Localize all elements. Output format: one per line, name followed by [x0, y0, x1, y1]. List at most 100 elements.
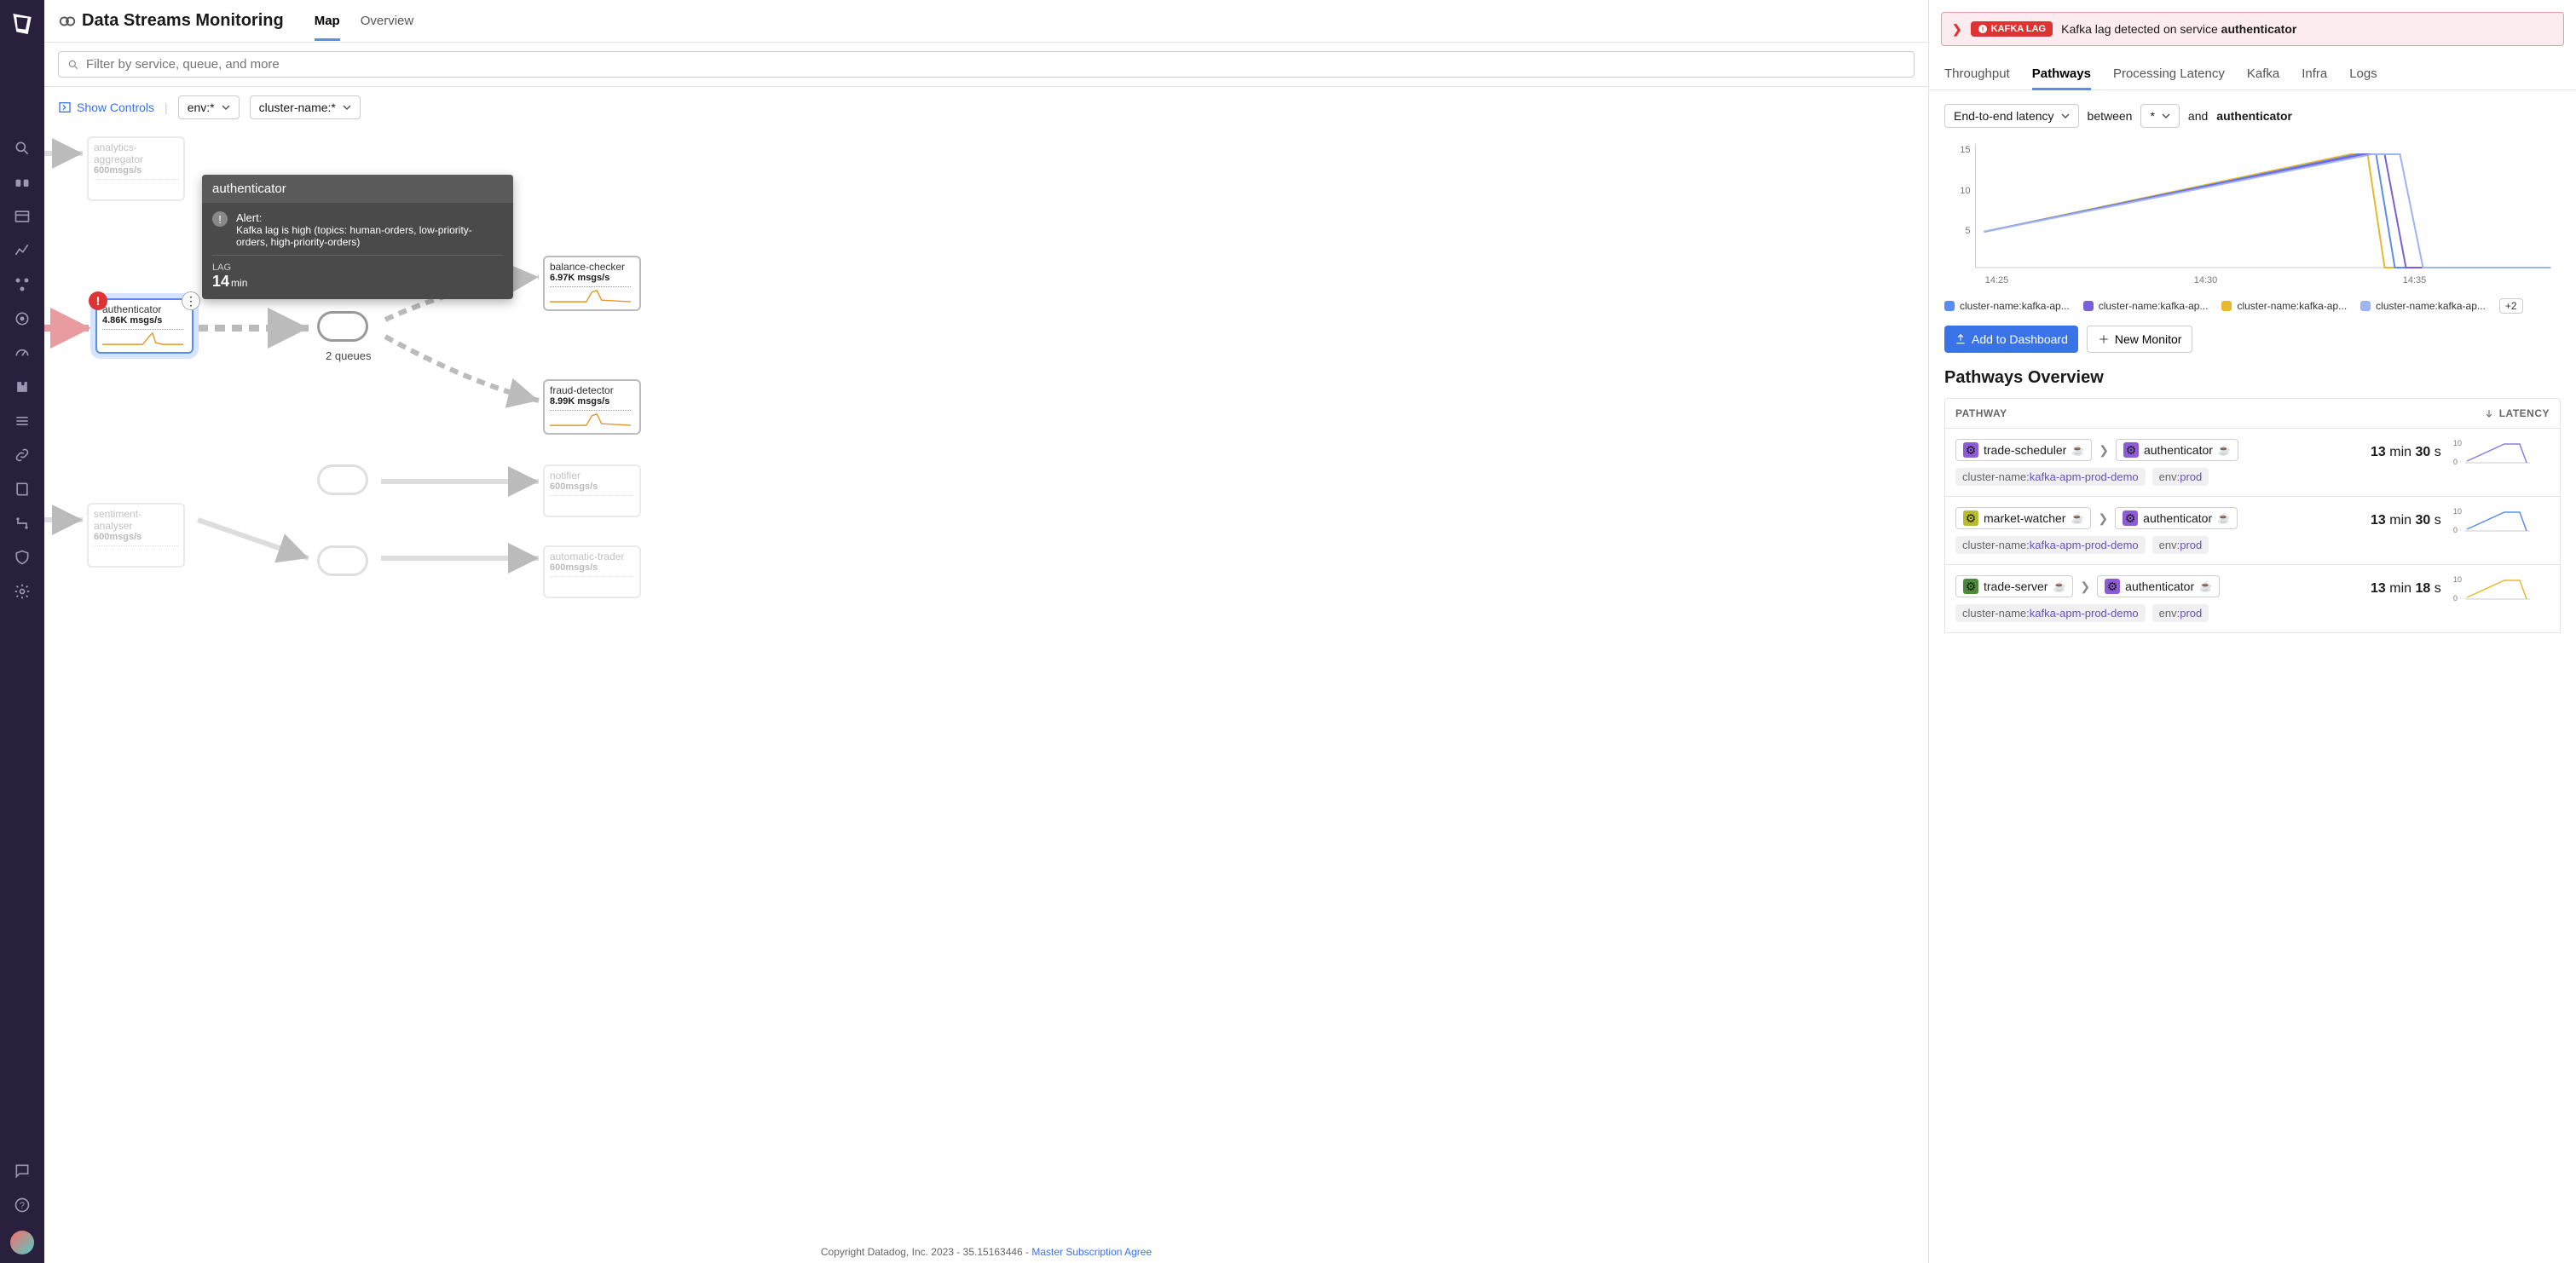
queue-icon[interactable]	[317, 545, 368, 576]
arrow-down-icon	[2484, 408, 2494, 418]
panel-tabs: Throughput Pathways Processing Latency K…	[1929, 58, 2576, 90]
env-tag[interactable]: env:prod	[2152, 468, 2209, 486]
svg-text:10: 10	[2453, 439, 2462, 447]
service-chip[interactable]: ⚙ authenticator ☕	[2097, 575, 2220, 597]
queue-label: 2 queues	[326, 349, 372, 362]
search-icon[interactable]	[14, 140, 31, 157]
node-menu-icon[interactable]: ⋮	[182, 291, 200, 310]
binoculars-icon[interactable]	[14, 174, 31, 191]
node-analytics-aggregator[interactable]: analytics-aggregator 600msgs/s	[87, 136, 185, 201]
book-icon[interactable]	[14, 481, 31, 498]
node-balance-checker[interactable]: balance-checker 6.97K msgs/s	[543, 256, 641, 311]
gear-icon[interactable]	[14, 583, 31, 600]
service-chip[interactable]: ⚙ authenticator ☕	[2115, 507, 2238, 529]
expand-alert-icon[interactable]: ❯	[1952, 22, 1962, 37]
side-panel: ❯ ! KAFKA LAG Kafka lag detected on serv…	[1928, 0, 2576, 1263]
queue-icon[interactable]	[317, 311, 368, 342]
chevron-right-icon: ❯	[2098, 511, 2108, 526]
node-automatic-trader[interactable]: automatic-trader 600msgs/s	[543, 545, 641, 598]
infra-icon[interactable]	[14, 276, 31, 293]
chevron-down-icon	[2061, 112, 2070, 120]
footer-link[interactable]: Master Subscription Agree	[1031, 1246, 1152, 1258]
chart-legend: cluster-name:kafka-ap... cluster-name:ka…	[1944, 298, 2561, 314]
svg-text:14:35: 14:35	[2403, 275, 2427, 285]
svg-text:10: 10	[2453, 507, 2462, 516]
service-icon: ⚙	[1963, 442, 1978, 458]
flow-icon[interactable]	[14, 515, 31, 532]
add-dashboard-button[interactable]: Add to Dashboard	[1944, 326, 2078, 353]
show-controls-toggle[interactable]: Show Controls	[58, 101, 154, 114]
latency-sort[interactable]: LATENCY	[2484, 407, 2550, 419]
filter-field[interactable]	[86, 57, 1905, 72]
service-icon: ⚙	[2105, 579, 2120, 594]
service-chip[interactable]: ⚙ authenticator ☕	[2116, 439, 2238, 461]
left-nav: ?	[0, 0, 44, 1263]
svg-text:14:25: 14:25	[1985, 275, 2009, 285]
new-monitor-button[interactable]: New Monitor	[2087, 326, 2193, 353]
pathway-row[interactable]: ⚙ market-watcher ☕ ❯ ⚙ authenticator ☕ c…	[1944, 497, 2561, 565]
tab-kafka[interactable]: Kafka	[2247, 58, 2279, 89]
env-tag[interactable]: env:prod	[2152, 604, 2209, 622]
datadog-logo	[9, 10, 36, 37]
service-chip[interactable]: ⚙ market-watcher ☕	[1955, 507, 2091, 529]
tab-throughput[interactable]: Throughput	[1944, 58, 2010, 89]
page-title: Data Streams Monitoring	[82, 11, 284, 31]
java-icon: ☕	[2199, 580, 2212, 592]
puzzle-icon[interactable]	[14, 378, 31, 395]
pathway-row[interactable]: ⚙ trade-scheduler ☕ ❯ ⚙ authenticator ☕ …	[1944, 429, 2561, 497]
svg-text:0: 0	[2453, 526, 2458, 534]
shield-icon[interactable]	[14, 549, 31, 566]
latency-value: 13 min 30 s	[2371, 513, 2441, 528]
link-icon[interactable]	[14, 447, 31, 464]
service-chip[interactable]: ⚙ trade-server ☕	[1955, 575, 2073, 597]
queue-icon[interactable]	[317, 464, 368, 495]
node-fraud-detector[interactable]: fraud-detector 8.99K msgs/s	[543, 379, 641, 435]
chat-icon[interactable]	[14, 1162, 31, 1179]
cluster-tag[interactable]: cluster-name:kafka-apm-prod-demo	[1955, 604, 2146, 622]
filter-input[interactable]	[58, 51, 1915, 78]
chevron-down-icon	[343, 103, 351, 112]
env-filter[interactable]: env:*	[178, 95, 240, 119]
legend-overflow[interactable]: +2	[2499, 298, 2523, 314]
plus-icon	[2098, 333, 2110, 345]
map-canvas[interactable]: analytics-aggregator 600msgs/s ! ⋮ authe…	[44, 128, 1928, 1263]
service-chip[interactable]: ⚙ trade-scheduler ☕	[1955, 439, 2092, 461]
svg-text:15: 15	[1960, 145, 1970, 155]
gauge-icon[interactable]	[14, 344, 31, 361]
tab-logs[interactable]: Logs	[2349, 58, 2377, 89]
tab-overview[interactable]: Overview	[361, 2, 414, 40]
apm-icon[interactable]	[14, 310, 31, 327]
service-icon: ⚙	[1963, 579, 1978, 594]
latency-source-select[interactable]: *	[2140, 104, 2179, 128]
help-icon[interactable]: ?	[14, 1197, 31, 1214]
latency-metric-select[interactable]: End-to-end latency	[1944, 104, 2079, 128]
metrics-icon[interactable]	[14, 242, 31, 259]
java-icon: ☕	[2053, 580, 2065, 592]
alert-icon: !	[1978, 24, 1988, 34]
mini-chart: 10 0	[2453, 439, 2530, 466]
footer: Copyright Datadog, Inc. 2023 - 35.151634…	[44, 1241, 1928, 1263]
alert-badge-icon: !	[89, 291, 107, 310]
pathways-overview-title: Pathways Overview	[1944, 368, 2561, 388]
tab-processing-latency[interactable]: Processing Latency	[2113, 58, 2225, 89]
pathway-row[interactable]: ⚙ trade-server ☕ ❯ ⚙ authenticator ☕ clu…	[1944, 565, 2561, 633]
node-authenticator[interactable]: ! ⋮ authenticator 4.86K msgs/s	[95, 298, 193, 354]
node-sentiment-analyser[interactable]: sentiment-analyser 600msgs/s	[87, 503, 185, 568]
tab-infra[interactable]: Infra	[2302, 58, 2327, 89]
tab-map[interactable]: Map	[315, 2, 340, 40]
cluster-tag[interactable]: cluster-name:kafka-apm-prod-demo	[1955, 536, 2146, 554]
svg-text:0: 0	[2453, 458, 2458, 466]
svg-text:10: 10	[2453, 575, 2462, 584]
cluster-filter[interactable]: cluster-name:*	[250, 95, 361, 119]
list-icon[interactable]	[14, 412, 31, 430]
avatar[interactable]	[10, 1231, 34, 1254]
cluster-tag[interactable]: cluster-name:kafka-apm-prod-demo	[1955, 468, 2146, 486]
svg-text:0: 0	[2453, 594, 2458, 603]
dashboard-icon[interactable]	[14, 208, 31, 225]
java-icon: ☕	[2217, 512, 2230, 524]
tab-pathways[interactable]: Pathways	[2032, 58, 2091, 89]
env-tag[interactable]: env:prod	[2152, 536, 2209, 554]
node-notifier[interactable]: notifier 600msgs/s	[543, 464, 641, 517]
svg-text:?: ?	[20, 1201, 25, 1211]
chevron-down-icon	[2162, 112, 2170, 120]
